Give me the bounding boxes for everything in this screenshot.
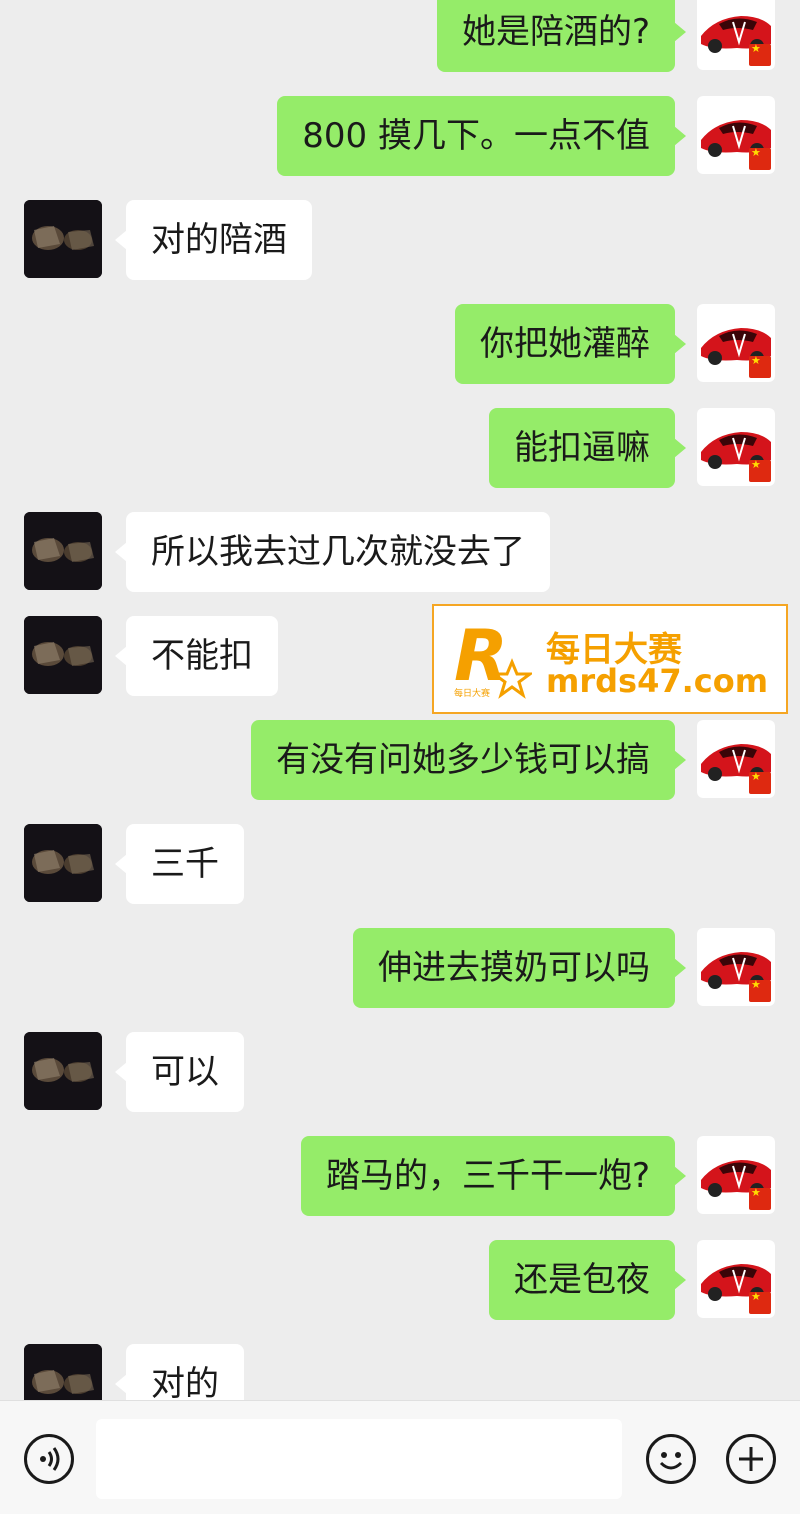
dark-photo-avatar-icon — [24, 512, 102, 590]
sender-avatar[interactable] — [697, 96, 775, 174]
add-button[interactable] — [726, 1434, 776, 1484]
contact-avatar[interactable] — [24, 512, 102, 590]
message-row: 伸进去摸奶可以吗 — [0, 928, 800, 1008]
china-flag-icon — [749, 770, 771, 794]
message-row: 对的陪酒 — [0, 200, 800, 280]
message-row: 她是陪酒的? — [0, 0, 800, 72]
message-bubble-outgoing[interactable]: 800 摸几下。一点不值 — [277, 96, 686, 176]
message-bubble-outgoing[interactable]: 踏马的，三千干一炮? — [300, 1136, 687, 1216]
watermark-url: mrds47.com — [546, 662, 769, 700]
message-row: 有没有问她多少钱可以搞 — [0, 720, 800, 800]
message-bubble-incoming[interactable]: 可以 — [115, 1032, 244, 1112]
china-flag-icon — [749, 42, 771, 66]
china-flag-icon — [749, 978, 771, 1002]
message-input[interactable] — [96, 1419, 622, 1499]
sender-avatar[interactable] — [697, 1240, 775, 1318]
message-row: 所以我去过几次就没去了 — [0, 512, 800, 592]
china-flag-icon — [749, 1186, 771, 1210]
message-row: 对的 — [0, 1344, 800, 1400]
contact-avatar[interactable] — [24, 616, 102, 694]
input-bar — [0, 1400, 800, 1514]
voice-icon — [40, 1447, 60, 1471]
emoji-button[interactable] — [646, 1434, 696, 1484]
emoji-icon — [659, 1452, 683, 1470]
message-row: 还是包夜 — [0, 1240, 800, 1320]
chat-area[interactable]: 她是陪酒的? 800 摸几下。一点不值 — [0, 0, 800, 1400]
china-flag-icon — [749, 458, 771, 482]
logo-small-text: 每日大赛 — [454, 687, 490, 699]
message-row: 800 摸几下。一点不值 — [0, 96, 800, 176]
message-bubble-incoming[interactable]: 不能扣 — [115, 616, 278, 696]
message-bubble-incoming[interactable]: 对的 — [115, 1344, 244, 1400]
message-row: 踏马的，三千干一炮? — [0, 1136, 800, 1216]
sender-avatar[interactable] — [697, 0, 775, 70]
dark-photo-avatar-icon — [24, 1032, 102, 1110]
contact-avatar[interactable] — [24, 1032, 102, 1110]
sender-avatar[interactable] — [697, 720, 775, 798]
contact-avatar[interactable] — [24, 200, 102, 278]
message-row: 三千 — [0, 824, 800, 904]
dark-photo-avatar-icon — [24, 1344, 102, 1400]
message-bubble-outgoing[interactable]: 你把她灌醉 — [455, 304, 686, 384]
china-flag-icon — [749, 146, 771, 170]
message-bubble-outgoing[interactable]: 伸进去摸奶可以吗 — [353, 928, 686, 1008]
message-bubble-incoming[interactable]: 所以我去过几次就没去了 — [115, 512, 550, 592]
sender-avatar[interactable] — [697, 304, 775, 382]
china-flag-icon — [749, 354, 771, 378]
watermark-banner: R 每日大赛 每日大赛 mrds47.com — [432, 604, 788, 714]
message-bubble-outgoing[interactable]: 她是陪酒的? — [436, 0, 687, 72]
contact-avatar[interactable] — [24, 1344, 102, 1400]
svg-text:R: R — [454, 615, 508, 697]
dark-photo-avatar-icon — [24, 824, 102, 902]
message-bubble-outgoing[interactable]: 能扣逼嘛 — [489, 408, 686, 488]
message-row: 能扣逼嘛 — [0, 408, 800, 488]
plus-icon — [739, 1447, 763, 1471]
message-row: 你把她灌醉 — [0, 304, 800, 384]
sender-avatar[interactable] — [697, 408, 775, 486]
dark-photo-avatar-icon — [24, 200, 102, 278]
voice-button[interactable] — [24, 1434, 74, 1484]
message-bubble-outgoing[interactable]: 还是包夜 — [489, 1240, 686, 1320]
contact-avatar[interactable] — [24, 824, 102, 902]
china-flag-icon — [749, 1290, 771, 1314]
message-row: 可以 — [0, 1032, 800, 1112]
dark-photo-avatar-icon — [24, 616, 102, 694]
message-bubble-outgoing[interactable]: 有没有问她多少钱可以搞 — [251, 720, 686, 800]
sender-avatar[interactable] — [697, 1136, 775, 1214]
sender-avatar[interactable] — [697, 928, 775, 1006]
brand-logo-icon: R 每日大赛 — [454, 615, 532, 699]
message-bubble-incoming[interactable]: 对的陪酒 — [115, 200, 312, 280]
message-bubble-incoming[interactable]: 三千 — [115, 824, 244, 904]
